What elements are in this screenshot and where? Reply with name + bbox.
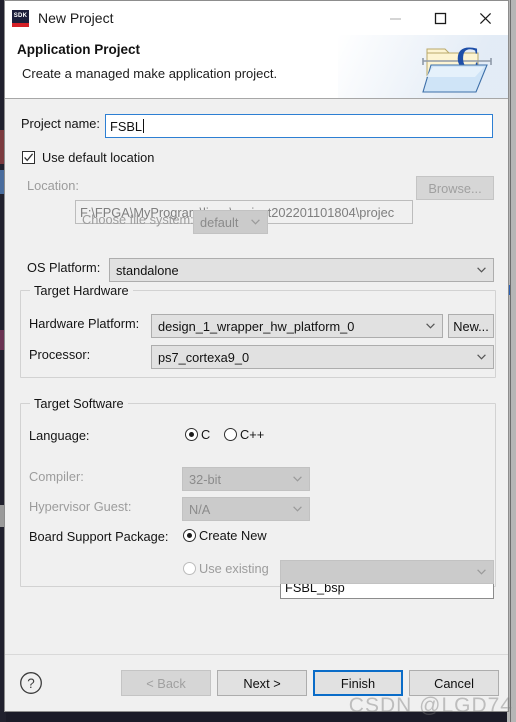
footer-button-group: < Back Next > Finish Cancel [121,670,499,696]
banner-title: Application Project [17,42,141,57]
banner-subtitle: Create a managed make application projec… [22,66,278,81]
project-name-input[interactable]: FSBL [105,114,493,138]
radio-use-existing-icon[interactable] [183,562,196,575]
dialog-content: Project name: FSBL Use default location … [5,99,508,654]
bsp-row: Board Support Package: [29,529,168,544]
language-label: Language: [29,428,90,443]
project-name-row: Project name: [21,116,100,131]
radio-create-new-icon[interactable] [183,529,196,542]
choose-file-system-row: Choose file system: [82,212,194,227]
chevron-down-icon [293,506,302,512]
processor-value: ps7_cortexa9_0 [158,349,250,365]
chevron-down-icon [251,219,260,225]
hardware-platform-label: Hardware Platform: [29,316,140,331]
chevron-down-icon [477,267,486,273]
choose-file-system-value: default [200,214,239,230]
use-default-location-checkbox[interactable]: Use default location [22,150,154,165]
hardware-platform-combo[interactable]: design_1_wrapper_hw_platform_0 [151,314,443,338]
checkbox-icon[interactable] [22,151,35,164]
compiler-value: 32-bit [189,471,222,487]
browse-button-label: Browse... [428,180,482,196]
finish-button[interactable]: Finish [313,670,403,696]
os-platform-label: OS Platform: [27,260,101,275]
new-button-label: New... [453,318,489,334]
language-option-cpp-label: C++ [240,427,265,442]
close-icon [479,12,492,24]
language-row: Language: [29,428,90,443]
sdk-icon: SDK [12,9,29,27]
language-option-c-label: C [201,427,211,442]
c-project-folder-icon: C [422,41,492,93]
window-controls [373,1,508,35]
hypervisor-guest-combo: N/A [182,497,310,521]
window-title: New Project [38,10,114,26]
compiler-row: Compiler: [29,469,84,484]
radio-c-icon[interactable] [185,428,198,441]
minimize-button[interactable] [373,1,418,35]
svg-text:?: ? [27,676,35,691]
bsp-create-new-radio[interactable]: Create New [183,528,267,543]
desktop-edge-line [510,0,511,722]
target-software-group-title: Target Software [30,396,128,411]
next-button[interactable]: Next > [217,670,307,696]
browse-button: Browse... [416,176,494,200]
cancel-button[interactable]: Cancel [409,670,499,696]
project-name-label: Project name: [21,116,100,131]
os-platform-row: OS Platform: [27,260,100,275]
bsp-use-existing-label: Use existing [199,561,269,576]
finish-button-label: Finish [340,675,376,691]
title-bar: SDK New Project [5,1,508,35]
location-label: Location: [27,178,79,193]
back-button-label: < Back [146,675,186,691]
bsp-existing-combo [280,560,494,584]
compiler-label: Compiler: [29,469,84,484]
bsp-label: Board Support Package: [29,529,169,544]
close-button[interactable] [463,1,508,35]
hardware-platform-value: design_1_wrapper_hw_platform_0 [158,318,355,334]
hypervisor-guest-row: Hypervisor Guest: [29,499,131,514]
minimize-icon [390,17,401,20]
radio-cpp-icon[interactable] [224,428,237,441]
project-name-value: FSBL [110,118,143,134]
chevron-down-icon [477,354,486,360]
chevron-down-icon [426,323,435,329]
sdk-icon-accent-bar [12,22,29,27]
text-caret [143,119,145,133]
language-radio-c[interactable]: C [185,427,210,442]
hardware-platform-row: Hardware Platform: [29,316,139,331]
new-project-dialog: SDK New Project Application Project Crea… [4,0,509,712]
os-platform-value: standalone [116,262,179,278]
hypervisor-guest-label: Hypervisor Guest: [29,499,132,514]
processor-combo[interactable]: ps7_cortexa9_0 [151,345,494,369]
processor-row: Processor: [29,347,90,362]
compiler-combo: 32-bit [182,467,310,491]
hypervisor-guest-value: N/A [189,501,211,517]
checkmark-icon [24,153,34,162]
language-radio-cpp[interactable]: C++ [224,427,264,442]
maximize-button[interactable] [418,1,463,35]
processor-label: Processor: [29,347,91,362]
sdk-icon-label: SDK [13,12,28,19]
chevron-down-icon [293,476,302,482]
location-row: Location: [27,178,79,193]
target-hardware-group-title: Target Hardware [30,283,133,298]
maximize-icon [434,12,447,24]
chevron-down-icon [477,569,486,575]
bsp-use-existing-radio[interactable]: Use existing [183,561,269,576]
next-button-label: Next > [243,675,281,691]
back-button: < Back [121,670,211,696]
dialog-footer: ? < Back Next > Finish Cancel [5,654,508,711]
use-default-location-label: Use default location [42,150,155,165]
choose-file-system-combo: default [193,210,268,234]
help-icon[interactable]: ? [19,671,43,695]
os-platform-combo[interactable]: standalone [109,258,494,282]
new-hardware-platform-button[interactable]: New... [448,314,494,338]
choose-file-system-label: Choose file system: [82,212,194,227]
bsp-create-new-label: Create New [199,528,267,543]
cancel-button-label: Cancel [434,675,474,691]
dialog-banner: Application Project Create a managed mak… [5,35,508,99]
